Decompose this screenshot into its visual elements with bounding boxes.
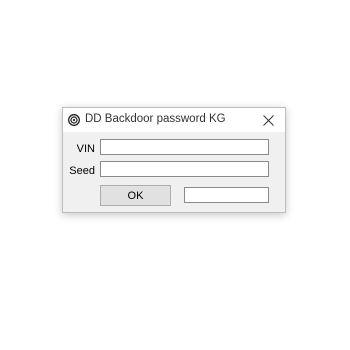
seed-input[interactable] (100, 161, 269, 177)
password-output-field[interactable] (184, 187, 269, 203)
window-title: DD Backdoor password KG (85, 113, 226, 125)
vin-label: VIN (76, 143, 95, 155)
close-button[interactable] (251, 108, 285, 132)
seed-label: Seed (69, 165, 95, 177)
vin-input[interactable] (100, 139, 269, 155)
app-logo-icon (68, 113, 80, 126)
close-icon (262, 114, 274, 126)
title-bar[interactable]: DD Backdoor password KG (63, 108, 285, 132)
ok-button[interactable]: OK (100, 185, 171, 206)
keygen-dialog: DD Backdoor password KG VIN Seed OK (62, 107, 286, 213)
